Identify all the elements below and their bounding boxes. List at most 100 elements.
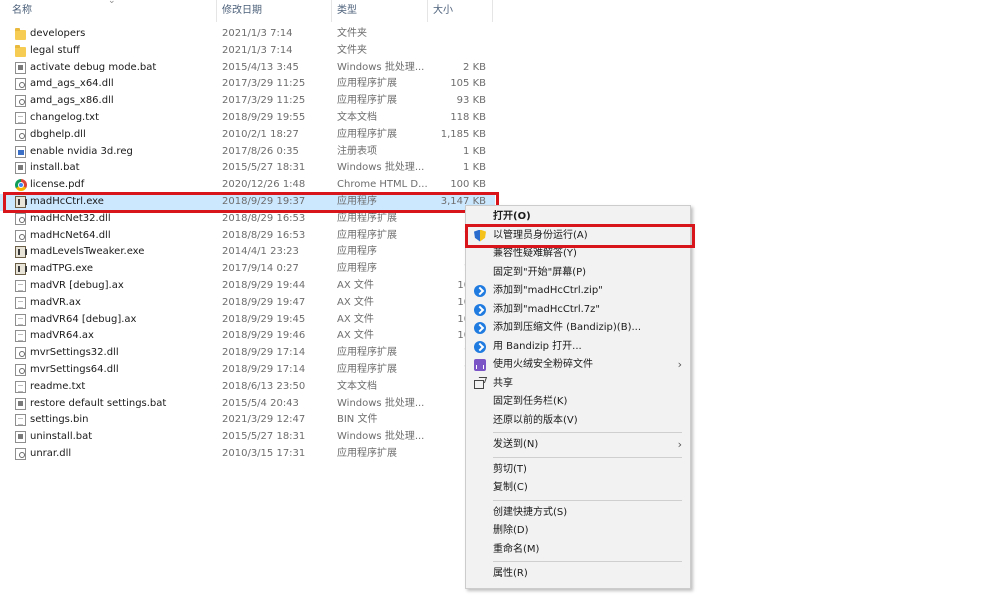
highlight-box-menu-item (465, 224, 695, 248)
file-type: AX 文件 (337, 313, 374, 325)
submenu-chevron-icon: › (677, 358, 682, 371)
file-row[interactable]: enable nvidia 3d.reg 2017/8/26 0:35 注册表项 1 … (0, 144, 495, 161)
file-date: 2015/4/13 3:45 (222, 61, 299, 73)
menu-item-label: 属性(R) (493, 568, 528, 579)
menu-item[interactable]: 添加到"madHcCtrl.zip" (466, 282, 690, 300)
file-type: 应用程序扩展 (337, 363, 397, 375)
menu-item[interactable]: 复制(C) (466, 479, 690, 497)
menu-item[interactable]: 添加到"madHcCtrl.7z" (466, 301, 690, 319)
menu-item[interactable]: 固定到任务栏(K) (466, 393, 690, 411)
file-date: 2017/3/29 11:25 (222, 78, 306, 90)
file-row[interactable]: amd_ags_x86.dll 2017/3/29 11:25 应用程序扩展 93 K… (0, 93, 495, 110)
context-menu: 打开(O) 以管理员身份运行(A) 兼容性疑难解答(Y) 固定到"开始"屏幕(P) 添加… (465, 205, 691, 589)
file-date: 2018/9/29 19:55 (222, 111, 306, 123)
file-row[interactable]: restore default settings.bat 2015/5/4 20:… (0, 396, 495, 413)
file-row[interactable]: legal stuff 2021/1/3 7:14 文件夹 (0, 43, 495, 60)
file-row[interactable]: madVR64 [debug].ax2018/9/29 19:45AX 文件10… (0, 312, 495, 329)
file-name: mvrSettings64.dll (30, 363, 119, 375)
file-type: 应用程序 (337, 263, 377, 275)
sort-chevron-icon: ⌄ (108, 0, 116, 6)
file-size: 1 KB (463, 145, 486, 157)
file-type: Windows 批处理... (337, 431, 425, 443)
submenu-chevron-icon: › (677, 438, 682, 451)
file-row[interactable]: settings.bin2021/3/29 12:47BIN 文件5 (0, 412, 495, 429)
file-size: 2 KB (463, 61, 486, 73)
file-row[interactable]: unrar.dll2010/3/15 17:31应用程序扩展16 (0, 446, 495, 463)
file-row[interactable]: mvrSettings64.dll2018/9/29 17:14应用程序扩展1,… (0, 362, 495, 379)
file-size: 93 KB (456, 95, 486, 107)
menu-item[interactable]: 添加到压缩文件 (Bandizip)(B)... (466, 319, 690, 337)
bandizip-icon (474, 285, 486, 297)
file-name: madVR.ax (30, 296, 81, 308)
file-row[interactable]: madHcNet64.dll2018/8/29 16:53应用程序扩展1,41 (0, 228, 495, 245)
column-divider[interactable] (216, 0, 217, 22)
menu-item[interactable]: 固定到"开始"屏幕(P) (466, 264, 690, 282)
column-divider[interactable] (492, 0, 493, 22)
file-type: 应用程序扩展 (337, 229, 397, 241)
file-date: 2018/9/29 19:47 (222, 296, 306, 308)
highlight-box-file (3, 192, 499, 213)
menu-item[interactable]: 剪切(T) (466, 461, 690, 479)
menu-item-label: 剪切(T) (493, 463, 527, 475)
column-header-size[interactable]: 大小 (429, 0, 491, 22)
file-row[interactable]: developers 2021/1/3 7:14 文件夹 (0, 26, 495, 43)
file-name: mvrSettings32.dll (30, 347, 119, 359)
share-icon (474, 379, 484, 389)
file-row[interactable]: readme.txt 2018/6/13 23:50 文本文档 (0, 379, 495, 396)
file-row[interactable]: madVR64.ax2018/9/29 19:46AX 文件10,39 (0, 328, 495, 345)
file-row[interactable]: uninstall.bat 2015/5/27 18:31 Windows 批处理.… (0, 429, 495, 446)
file-row[interactable]: madTPG.exe2017/9/14 0:27应用程序1,19 (0, 261, 495, 278)
file-row[interactable]: activate debug mode.bat 2015/4/13 3:45 Win… (0, 60, 495, 77)
file-row[interactable]: install.bat 2015/5/27 18:31 Windows 批处理...… (0, 160, 495, 177)
bandizip-icon (474, 303, 486, 316)
file-date: 2018/9/29 19:44 (222, 279, 306, 291)
file-row[interactable]: madLevelsTweaker.exe2014/4/1 23:23应用程序97 (0, 244, 495, 261)
column-header-type[interactable]: 类型 (333, 0, 425, 22)
file-name: madHcNet64.dll (30, 229, 111, 241)
menu-item[interactable]: 重命名(M) (466, 541, 690, 559)
menu-item[interactable]: 发送到(N) › (466, 436, 690, 454)
column-divider[interactable] (427, 0, 428, 22)
document-icon (15, 111, 26, 124)
file-name: madVR64 [debug].ax (30, 313, 137, 325)
menu-item-label: 还原以前的版本(V) (493, 414, 578, 426)
file-type: 应用程序扩展 (337, 78, 397, 90)
file-name: madTPG.exe (30, 263, 94, 275)
file-row[interactable]: amd_ags_x64.dll 2017/3/29 11:25 应用程序扩展 105 … (0, 76, 495, 93)
bandizip-icon (474, 322, 486, 334)
dll-gear-icon (15, 212, 26, 225)
file-name: madVR64.ax (30, 330, 94, 342)
file-row[interactable]: madVR [debug].ax2018/9/29 19:44AX 文件10,4… (0, 278, 495, 295)
column-header-date[interactable]: 修改日期 (218, 0, 330, 22)
file-row[interactable]: dbghelp.dll 2010/2/1 18:27 应用程序扩展 1,185 KB (0, 127, 495, 144)
menu-item-label: 添加到"madHcCtrl.zip" (493, 285, 603, 296)
menu-item-label: 共享 (493, 377, 513, 389)
file-type: 应用程序扩展 (337, 212, 397, 224)
menu-item[interactable]: 删除(D) (466, 522, 690, 540)
file-name: install.bat (30, 162, 80, 174)
file-row[interactable]: mvrSettings32.dll2018/9/29 17:14应用程序扩展1,… (0, 345, 495, 362)
file-date: 2010/2/1 18:27 (222, 128, 299, 140)
column-divider[interactable] (331, 0, 332, 22)
dll-gear-icon (15, 128, 26, 141)
file-date: 2017/8/26 0:35 (222, 145, 299, 157)
file-type: AX 文件 (337, 330, 374, 342)
menu-item[interactable]: 使用火绒安全粉碎文件 › (466, 356, 690, 374)
dll-gear-icon (15, 363, 26, 376)
menu-item[interactable]: 还原以前的版本(V) (466, 412, 690, 430)
dll-gear-icon (15, 447, 26, 460)
batch-file-icon (15, 162, 26, 175)
menu-item[interactable]: 创建快捷方式(S) (466, 504, 690, 522)
batch-file-icon (15, 431, 26, 444)
file-date: 2018/9/29 19:46 (222, 330, 306, 342)
menu-item[interactable]: 用 Bandizip 打开... (466, 338, 690, 356)
file-name: settings.bin (30, 414, 89, 426)
menu-item[interactable]: 共享 (466, 375, 690, 393)
file-row[interactable]: madVR.ax2018/9/29 19:47AX 文件10,02 (0, 295, 495, 312)
application-icon (15, 263, 27, 276)
file-row[interactable]: madHcNet32.dll2018/8/29 16:53应用程序扩展92 (0, 211, 495, 228)
file-row[interactable]: changelog.txt 2018/9/29 19:55 文本文档 118 KB (0, 110, 495, 127)
menu-item[interactable]: 属性(R) (466, 565, 690, 583)
file-size: 105 KB (450, 78, 486, 90)
file-name: madLevelsTweaker.exe (30, 246, 145, 258)
